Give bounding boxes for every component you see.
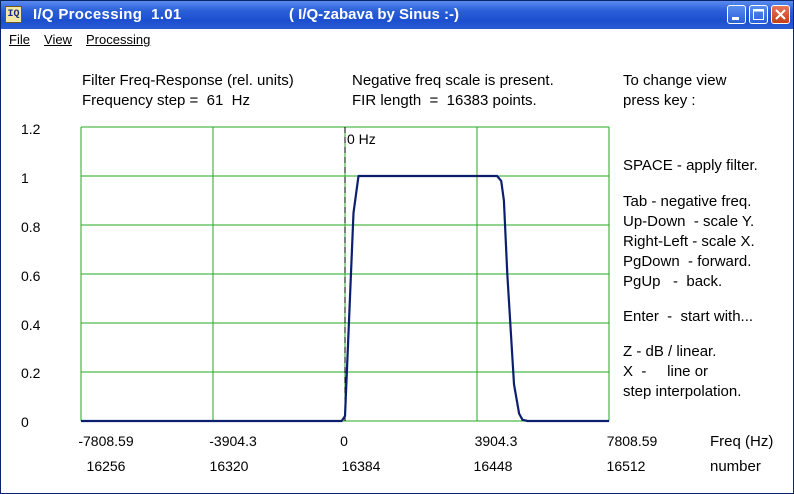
zero-hz-label: 0 Hz: [347, 131, 376, 147]
frequency-response-chart: 0 Hz: [80, 126, 610, 423]
app-window: IQ I/Q Processing 1.01 ( I/Q-zabava by S…: [0, 0, 794, 494]
